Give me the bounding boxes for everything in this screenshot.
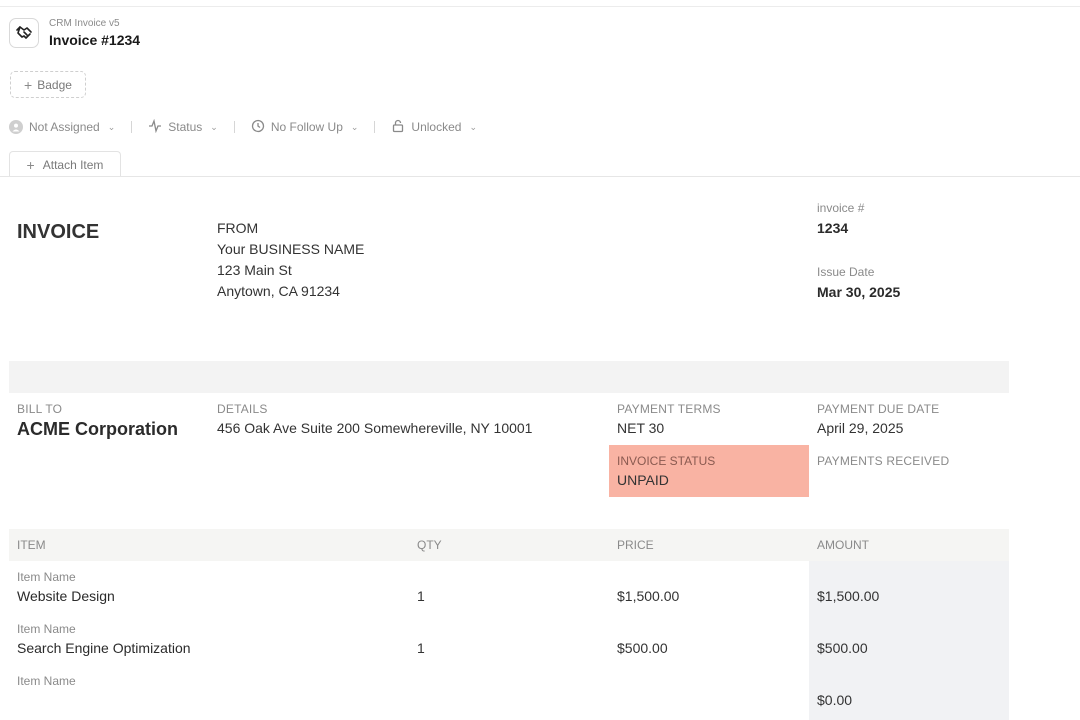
invoice-number: 1234 bbox=[817, 220, 849, 236]
invoice-status-box[interactable]: INVOICE STATUS UNPAID bbox=[609, 445, 809, 497]
item-price[interactable]: $500.00 bbox=[617, 640, 668, 656]
top-border bbox=[0, 6, 1080, 7]
page-title: Invoice #1234 bbox=[49, 32, 141, 48]
col-qty-header: QTY bbox=[417, 538, 442, 552]
invoice-status-label: INVOICE STATUS bbox=[617, 454, 716, 468]
from-name: Your BUSINESS NAME bbox=[217, 241, 365, 257]
attach-label: Attach Item bbox=[42, 157, 104, 172]
due-date: April 29, 2025 bbox=[817, 420, 904, 436]
lock-label: Unlocked bbox=[411, 120, 462, 134]
assignee-label: Not Assigned bbox=[29, 120, 100, 134]
col-item-header: ITEM bbox=[17, 538, 46, 552]
app-subtitle: CRM Invoice v5 bbox=[49, 18, 120, 29]
activity-icon bbox=[148, 118, 162, 136]
from-address: FROM Your BUSINESS NAME 123 Main St Anyt… bbox=[217, 218, 364, 302]
item-price[interactable]: $1,500.00 bbox=[617, 588, 679, 604]
badge-label: Badge bbox=[37, 77, 72, 92]
separator bbox=[131, 121, 133, 133]
chevron-down-icon: ⌄ bbox=[107, 121, 116, 132]
item-qty[interactable]: 1 bbox=[417, 640, 425, 656]
col-amount-header: AMOUNT bbox=[817, 538, 869, 552]
handshake-icon bbox=[9, 18, 39, 48]
item-amount: $1,500.00 bbox=[817, 588, 880, 604]
status-label: Status bbox=[168, 120, 203, 134]
chevron-down-icon: ⌄ bbox=[350, 121, 359, 132]
plus-icon: + bbox=[24, 76, 33, 93]
from-label: FROM bbox=[217, 220, 259, 236]
follow-up-label: No Follow Up bbox=[270, 120, 343, 134]
unlock-icon bbox=[391, 119, 405, 136]
item-name[interactable]: Search Engine Optimization bbox=[17, 640, 191, 656]
attach-item-button[interactable]: + Attach Item bbox=[9, 151, 121, 177]
payment-terms: NET 30 bbox=[617, 420, 665, 436]
bill-to-name: ACME Corporation bbox=[17, 419, 178, 439]
item-amount: $500.00 bbox=[817, 640, 868, 656]
meta-toolbar: Not Assigned ⌄ Status ⌄ No Follow Up ⌄ U… bbox=[9, 117, 477, 137]
follow-up-dropdown[interactable]: No Follow Up ⌄ bbox=[251, 119, 359, 136]
issue-date: Mar 30, 2025 bbox=[817, 284, 901, 300]
item-qty[interactable]: 1 bbox=[417, 588, 425, 604]
invoice-status: UNPAID bbox=[617, 472, 669, 488]
payment-terms-label: PAYMENT TERMS bbox=[617, 402, 721, 416]
chevron-down-icon: ⌄ bbox=[469, 121, 477, 132]
issue-date-label: Issue Date bbox=[817, 265, 875, 279]
item-name-label: Item Name bbox=[17, 570, 76, 584]
details-address: 456 Oak Ave Suite 200 Somewhereville, NY… bbox=[217, 420, 533, 436]
add-badge-button[interactable]: + Badge bbox=[10, 71, 86, 98]
lock-dropdown[interactable]: Unlocked ⌄ bbox=[391, 119, 477, 136]
col-price-header: PRICE bbox=[617, 538, 654, 552]
item-amount: $0.00 bbox=[817, 692, 853, 708]
clock-icon bbox=[251, 119, 265, 136]
assignee-dropdown[interactable]: Not Assigned ⌄ bbox=[9, 120, 115, 134]
items-table-header: ITEM QTY PRICE AMOUNT bbox=[9, 529, 1009, 561]
item-name-label: Item Name bbox=[17, 674, 76, 688]
header-divider bbox=[0, 176, 1080, 177]
separator bbox=[233, 121, 235, 133]
section-band bbox=[9, 361, 1009, 393]
from-street: 123 Main St bbox=[217, 262, 292, 278]
bill-to-label: BILL TO bbox=[17, 402, 63, 416]
invoice-heading: INVOICE bbox=[17, 221, 100, 243]
user-icon bbox=[9, 120, 23, 134]
item-name-label: Item Name bbox=[17, 622, 76, 636]
separator bbox=[374, 121, 376, 133]
details-label: DETAILS bbox=[217, 402, 268, 416]
item-name[interactable]: Website Design bbox=[17, 588, 115, 604]
status-dropdown[interactable]: Status ⌄ bbox=[148, 118, 218, 136]
from-city: Anytown, CA 91234 bbox=[217, 283, 340, 299]
plus-icon: + bbox=[26, 156, 35, 173]
invoice-number-label: invoice # bbox=[817, 201, 865, 215]
due-date-label: PAYMENT DUE DATE bbox=[817, 402, 940, 416]
payments-received-label: PAYMENTS RECEIVED bbox=[817, 454, 950, 468]
chevron-down-icon: ⌄ bbox=[210, 121, 218, 132]
